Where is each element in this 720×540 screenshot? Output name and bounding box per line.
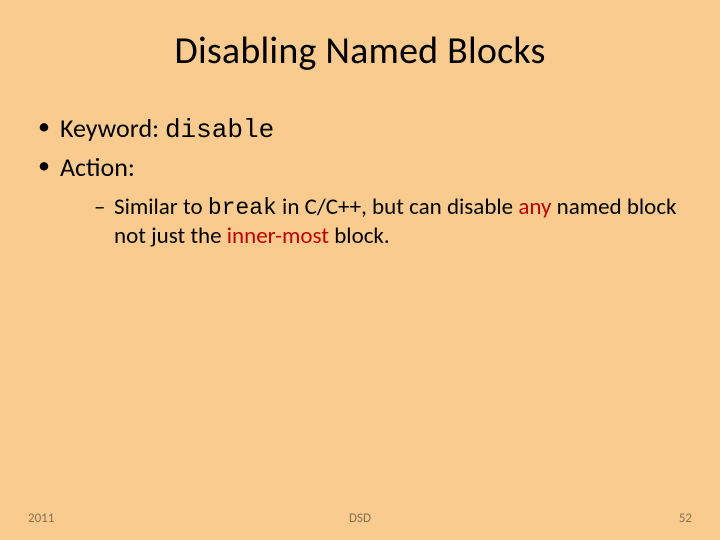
sub-bullet-list: Similar to break in C/C++, but can disab… bbox=[60, 193, 690, 250]
highlight-innermost: inner-most bbox=[227, 222, 329, 250]
bullet-action-label: Action: bbox=[60, 151, 135, 183]
footer-year: 2011 bbox=[28, 511, 54, 526]
slide: Disabling Named Blocks Keyword: disable … bbox=[0, 0, 720, 540]
footer-page-number: 52 bbox=[679, 511, 692, 526]
highlight-any: any bbox=[518, 193, 551, 221]
bullet-keyword-label: Keyword: bbox=[60, 112, 165, 144]
sub-text-mid1: in C/C++, but can disable bbox=[277, 193, 518, 221]
footer: 2011 DSD 52 bbox=[0, 511, 720, 526]
bullet-list: Keyword: disable Action: Similar to brea… bbox=[30, 112, 690, 250]
bullet-keyword: Keyword: disable bbox=[38, 112, 690, 147]
bullet-action: Action: Similar to break in C/C++, but c… bbox=[38, 151, 690, 251]
code-break: break bbox=[208, 195, 277, 221]
footer-course: DSD bbox=[349, 511, 371, 526]
code-disable: disable bbox=[165, 115, 274, 145]
sub-text-tail: block. bbox=[329, 222, 390, 250]
sub-text-prefix: Similar to bbox=[114, 193, 208, 221]
slide-title: Disabling Named Blocks bbox=[30, 28, 690, 74]
sub-bullet-similar: Similar to break in C/C++, but can disab… bbox=[94, 193, 690, 250]
